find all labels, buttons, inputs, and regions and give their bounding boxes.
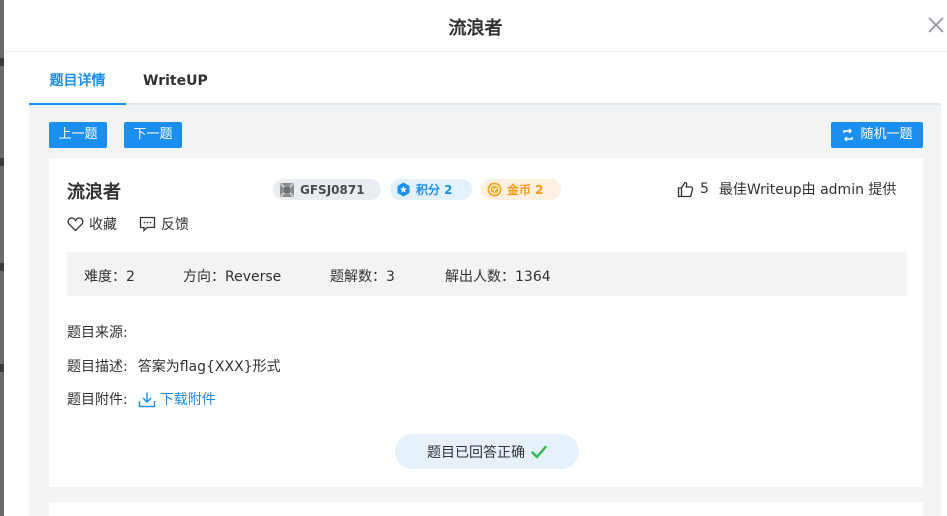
problem-id-tag: GFSJ0871 (273, 179, 381, 200)
attachment-row: 题目附件: 下载附件 (67, 389, 216, 409)
next-card-edge (49, 502, 923, 516)
coin-value: 金币 2 (507, 183, 544, 197)
description-value: 答案为flag{XXX}形式 (137, 359, 281, 375)
close-icon[interactable] (927, 16, 945, 34)
random-problem-label: 随机一题 (860, 127, 913, 142)
description-row: 题目描述: 答案为flag{XXX}形式 (67, 356, 281, 376)
like-area: 5 最佳Writeup由 admin 提供 (677, 179, 896, 199)
dialog-header: 流浪者 (4, 0, 947, 52)
message-icon (139, 216, 156, 232)
stats-bar: 难度：2 方向：Reverse 题解数：3 解出人数：1364 (67, 252, 907, 296)
problem-dialog: 流浪者 题目详情 WriteUP 上一题 下一题 随机一题 流浪者 GFSJ08… (4, 0, 947, 516)
source-label: 题目来源: (67, 325, 128, 341)
attachment-label: 题目附件: (67, 392, 128, 408)
direction-stat: 方向：Reverse (183, 269, 282, 285)
download-attachment-label: 下载附件 (159, 392, 216, 408)
check-icon (531, 445, 547, 458)
source-row: 题目来源: (67, 322, 138, 342)
next-problem-button[interactable]: 下一题 (124, 122, 182, 148)
thumbs-up-icon[interactable] (677, 181, 694, 198)
swap-icon (843, 128, 854, 142)
problem-card: 流浪者 GFSJ0871 积分 2 金币 2 5 最佳Writeup由 admi… (49, 158, 923, 487)
tab-writeup[interactable]: WriteUP (143, 52, 208, 105)
tab-content: 上一题 下一题 随机一题 流浪者 GFSJ0871 积分 2 金币 2 5 最佳… (29, 105, 941, 516)
like-count: 5 (700, 181, 709, 197)
coin-icon (487, 182, 502, 197)
download-icon (138, 392, 155, 407)
random-problem-button[interactable]: 随机一题 (831, 122, 923, 148)
favorite-button[interactable]: 收藏 (67, 214, 117, 234)
score-tag: 积分 2 (390, 179, 472, 200)
answered-status-badge: 题目已回答正确 (395, 434, 579, 469)
star-badge-icon (397, 182, 410, 197)
feedback-button[interactable]: 反馈 (139, 214, 189, 234)
score-value: 积分 2 (416, 183, 453, 197)
difficulty-stat: 难度：2 (84, 269, 135, 285)
writeup-credit: 最佳Writeup由 admin 提供 (718, 182, 897, 198)
solutions-stat: 题解数：3 (330, 269, 395, 285)
feedback-label: 反馈 (161, 217, 189, 233)
download-attachment-link[interactable]: 下载附件 (138, 389, 216, 409)
problem-id: GFSJ0871 (300, 182, 365, 197)
badge-icon (279, 181, 295, 198)
tab-bar: 题目详情 WriteUP (29, 52, 941, 105)
coin-tag: 金币 2 (481, 179, 561, 200)
description-label: 题目描述: (67, 359, 128, 375)
prev-problem-button[interactable]: 上一题 (49, 122, 107, 148)
heart-icon (67, 217, 84, 232)
dialog-title: 流浪者 (448, 18, 503, 39)
problem-title: 流浪者 (67, 182, 121, 203)
tab-problem-details[interactable]: 题目详情 (29, 52, 126, 105)
favorite-label: 收藏 (89, 217, 117, 233)
answered-status-text: 题目已回答正确 (427, 444, 525, 461)
solvers-stat: 解出人数：1364 (445, 269, 551, 285)
